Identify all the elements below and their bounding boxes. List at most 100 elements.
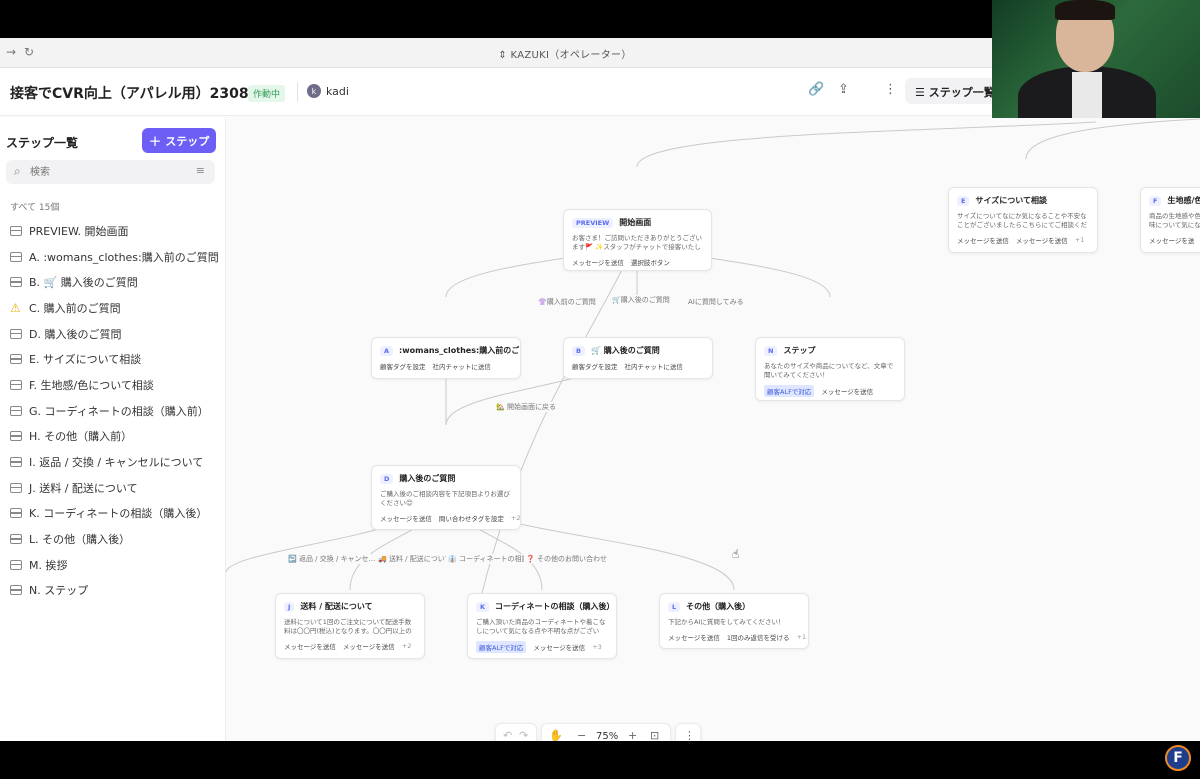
node-badge: L [668,601,681,612]
node-badge: PREVIEW [572,217,614,228]
sidebar-title: ステップ一覧 [6,136,79,150]
edge-e-incoming [1025,118,1200,160]
upload-cloud-icon[interactable]: ⇪ [838,82,849,97]
node-badge: N [764,345,778,356]
sidebar-item[interactable]: G. コーディネートの相談（購入前） [10,398,220,424]
node-body: お客さま！ご訪問いただきありがとうございます🚩 ✨スタッフがチャットで接客いたし… [572,234,702,252]
step-icon [10,225,22,236]
node-b[interactable]: B 🛒 購入後のご質問 顧客タグを設定 社内チャットに送信 [563,337,713,379]
sidebar-item-label: D. 購入後のご質問 [29,327,122,341]
sidebar-item[interactable]: I. 返品 / 交換 / キャンセルについて [10,449,220,475]
sidebar-item[interactable]: N. ステップ [10,578,220,604]
flow-canvas[interactable]: 👚購入前のご質問 🛒購入後のご質問 AIに質問してみる 🏡 開始画面に戻る ↩️… [226,117,1200,741]
sidebar-item[interactable]: A. :womans_clothes:購入前のご質問 [10,244,220,270]
zoom-out-icon[interactable]: − [577,729,586,741]
more-vertical-icon[interactable]: ⋮ [684,729,695,741]
node-tag: メッセージを送信 [533,644,586,652]
header-divider [297,82,298,102]
search-icon: ⌕ [14,164,21,178]
node-l[interactable]: L その他（購入後） 下記からAIに質問をしてみてください！ メッセージを送信 1回… [659,593,809,649]
node-a[interactable]: A:womans_clothes:購入前のご... 顧客タグを設定 社内チャットに… [371,337,521,379]
step-list: PREVIEW. 開始画面 A. :womans_clothes:購入前のご質問… [10,218,220,603]
sidebar-item[interactable]: ⚠ C. 購入前のご質問 [10,295,220,321]
hand-icon[interactable]: ✋ [549,729,563,741]
history-group [495,723,537,741]
webcam-overlay [992,0,1200,118]
canvas-toolbar: ↶ ↷ ✋ − 75% + ⊡ ⋮ [495,723,701,741]
edge-label-purchase-after: 🛒購入後のご質問 [610,295,672,305]
edge-label-purchase-before: 👚購入前のご質問 [536,297,598,307]
user-chip[interactable]: k kadi [307,84,349,98]
edge-label-returns: ↩️ 返品 / 交換 / キャンセ... [286,554,378,564]
node-f[interactable]: F 生地感/色 商品の生地感や色味について気になる点がござ... メッセージを送 [1140,187,1200,253]
sidebar-item[interactable]: L. その他（購入後） [10,526,220,552]
step-icon [10,379,22,390]
node-badge: J [284,601,295,612]
node-tag: メッセージを送信 [342,643,395,651]
node-badge: A [380,345,394,356]
step-icon [10,559,22,570]
step-icon [10,457,22,468]
step-icon [10,277,22,288]
node-d[interactable]: D 購入後のご質問 ご購入後のご相談内容を下記項目よりお選びください😊 メッセージ… [371,465,521,530]
step-sidebar: ステップ一覧 + ステップ ⌕ ≡ すべて 15個 PREVIEW. 開始画面 … [0,117,226,741]
undo-icon[interactable]: ↶ [503,729,512,741]
node-badge: E [957,195,970,206]
more-vertical-icon[interactable]: ⋮ [884,82,897,97]
node-body: サイズについてなにか気になることや不安なことがございましたらこちらにてご相談くだ… [957,212,1087,230]
node-title: :womans_clothes:購入前のご... [399,346,521,355]
node-tag: 顧客タグを設定 [380,363,426,371]
sidebar-item[interactable]: K. コーディネートの相談（購入後） [10,501,220,527]
sidebar-item-label: A. :womans_clothes:購入前のご質問 [29,250,219,264]
search-input[interactable] [30,163,180,181]
add-step-button[interactable]: + ステップ [142,128,216,153]
node-tag: 社内チャットに送信 [624,363,683,371]
sidebar-item[interactable]: M. 挨拶 [10,552,220,578]
sidebar-item-label: K. コーディネートの相談（購入後） [29,507,208,521]
node-tag: メッセージを送信 [821,387,874,396]
node-title: 購入後のご質問 [399,474,456,483]
sidebar-item-label: H. その他（購入前） [29,430,133,444]
link-icon[interactable]: 🔗 [808,82,824,97]
node-n[interactable]: N ステップ あなたのサイズや商品についてなど、文章で聞いてみてください！ 顧客A… [755,337,905,401]
fit-view-icon[interactable]: ⊡ [650,729,659,741]
node-body: あなたのサイズや商品についてなど、文章で聞いてみてください！ [764,362,894,379]
sidebar-item-label: N. ステップ [29,584,89,598]
zoom-in-icon[interactable]: + [628,729,637,741]
node-title: 生地感/色 [1167,196,1200,205]
search-box[interactable]: ⌕ ≡ [6,160,215,184]
sidebar-item[interactable]: F. 生地感/色について相談 [10,372,220,398]
sidebar-item[interactable]: PREVIEW. 開始画面 [10,218,220,244]
node-j[interactable]: J 送料 / 配送について 送料について1回のご注文について配送手数料は〇〇円(税… [275,593,425,659]
node-preview[interactable]: PREVIEW 開始画面 お客さま！ご訪問いただきありがとうございます🚩 ✨スタッ… [563,209,712,271]
node-e[interactable]: E サイズについて相談 サイズについてなにか気になることや不安なことがございました… [948,187,1098,253]
sidebar-item[interactable]: J. 送料 / 配送について [10,475,220,501]
channel-logo: F [1165,745,1191,771]
sidebar-item-label: G. コーディネートの相談（購入前） [29,404,209,418]
hand-cursor-icon: ☝ [732,547,740,561]
node-tag: メッセージを送信 [572,259,624,267]
step-icon [10,534,22,545]
warning-icon: ⚠ [10,300,21,315]
node-k[interactable]: K コーディネートの相談（購入後） ご購入頂いた商品のコーディネートや着こなしにつ… [467,593,617,659]
edge-label-coordinate: 👔 コーディネートの相談 [446,554,531,564]
edge-label-ask-ai: AIに質問してみる [686,297,746,307]
zoom-level: 75% [596,731,619,741]
node-more: +3 [592,643,602,651]
node-body: 商品の生地感や色味について気になる点がござ... [1149,212,1200,230]
sidebar-item[interactable]: B. 🛒 購入後のご質問 [10,269,220,295]
node-more: +1 [1074,236,1085,244]
sidebar-item[interactable]: E. サイズについて相談 [10,346,220,372]
node-more: +2 [510,513,521,522]
node-tag: メッセージを送信 [957,237,1009,245]
sidebar-item[interactable]: H. その他（購入前） [10,424,220,450]
step-icon [10,482,22,493]
add-step-label: ステップ [165,134,210,148]
redo-icon[interactable]: ↷ [519,729,528,741]
filter-icon[interactable]: ≡ [196,164,205,177]
edge-label-back-to-start: 🏡 開始画面に戻る [494,402,558,412]
sidebar-item[interactable]: D. 購入後のご質問 [10,321,220,347]
node-tag: メッセージを送信 [1015,237,1068,245]
node-tag: 1回のみ返信を受ける [726,633,790,642]
node-body: ご購入頂いた商品のコーディネートや着こなしについて気になる点や不明な点がございま… [476,618,606,636]
